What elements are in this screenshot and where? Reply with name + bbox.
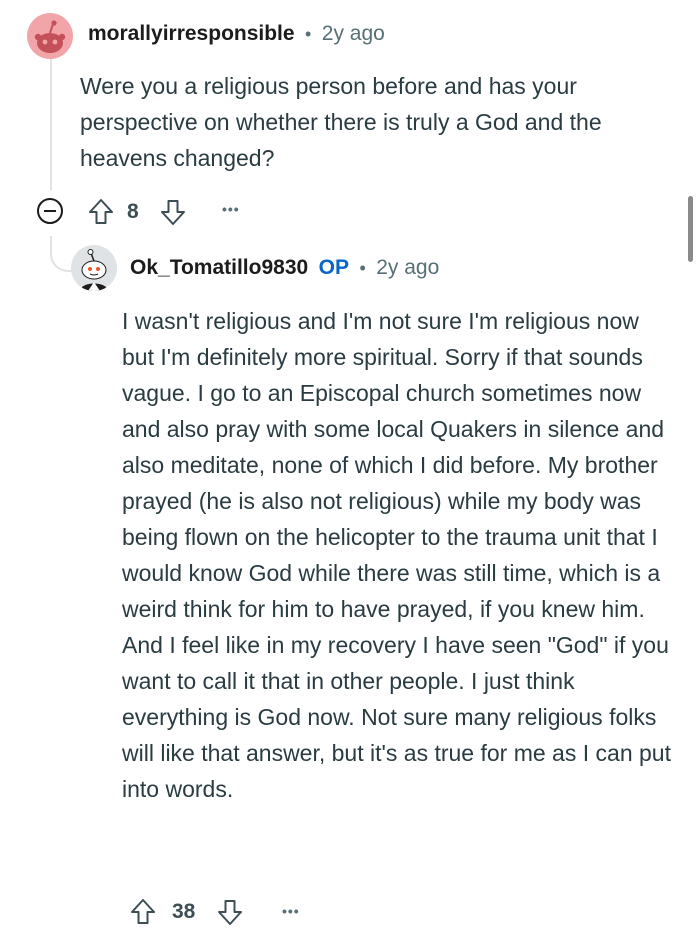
op-badge: OP	[318, 256, 349, 279]
timestamp: 2y ago	[321, 22, 385, 45]
avatar[interactable]	[27, 13, 73, 59]
separator-dot: •	[305, 24, 312, 44]
more-options-button[interactable]: •••	[282, 903, 300, 919]
scrollbar[interactable]	[688, 196, 693, 262]
username[interactable]: morallyirresponsible	[88, 22, 295, 45]
collapse-button[interactable]	[37, 198, 63, 224]
snoo-avatar-icon	[80, 249, 108, 291]
downvote-icon	[218, 900, 242, 925]
separator-dot: •	[359, 258, 366, 278]
comment-body: I wasn't religious and I'm not sure I'm …	[122, 308, 671, 802]
vote-count: 8	[127, 200, 139, 223]
downvote-icon	[161, 200, 185, 225]
upvote-button[interactable]	[88, 198, 114, 226]
upvote-button[interactable]	[130, 898, 156, 926]
timestamp: 2y ago	[376, 256, 440, 279]
downvote-button[interactable]	[217, 898, 243, 926]
minus-icon	[44, 210, 56, 212]
downvote-button[interactable]	[160, 198, 186, 226]
upvote-icon	[131, 899, 155, 924]
snoo-avatar-icon	[34, 20, 66, 53]
username[interactable]: Ok_Tomatillo9830	[130, 256, 308, 279]
comment-header: morallyirresponsible • 2y ago	[88, 22, 385, 46]
avatar[interactable]	[71, 245, 117, 291]
comment-header: Ok_Tomatillo9830 OP • 2y ago	[130, 256, 439, 280]
thread-line	[50, 58, 52, 190]
upvote-icon	[89, 199, 113, 224]
more-options-button[interactable]: •••	[222, 201, 240, 217]
vote-count: 38	[172, 900, 196, 923]
comment-body: Were you a religious person before and h…	[80, 73, 602, 171]
